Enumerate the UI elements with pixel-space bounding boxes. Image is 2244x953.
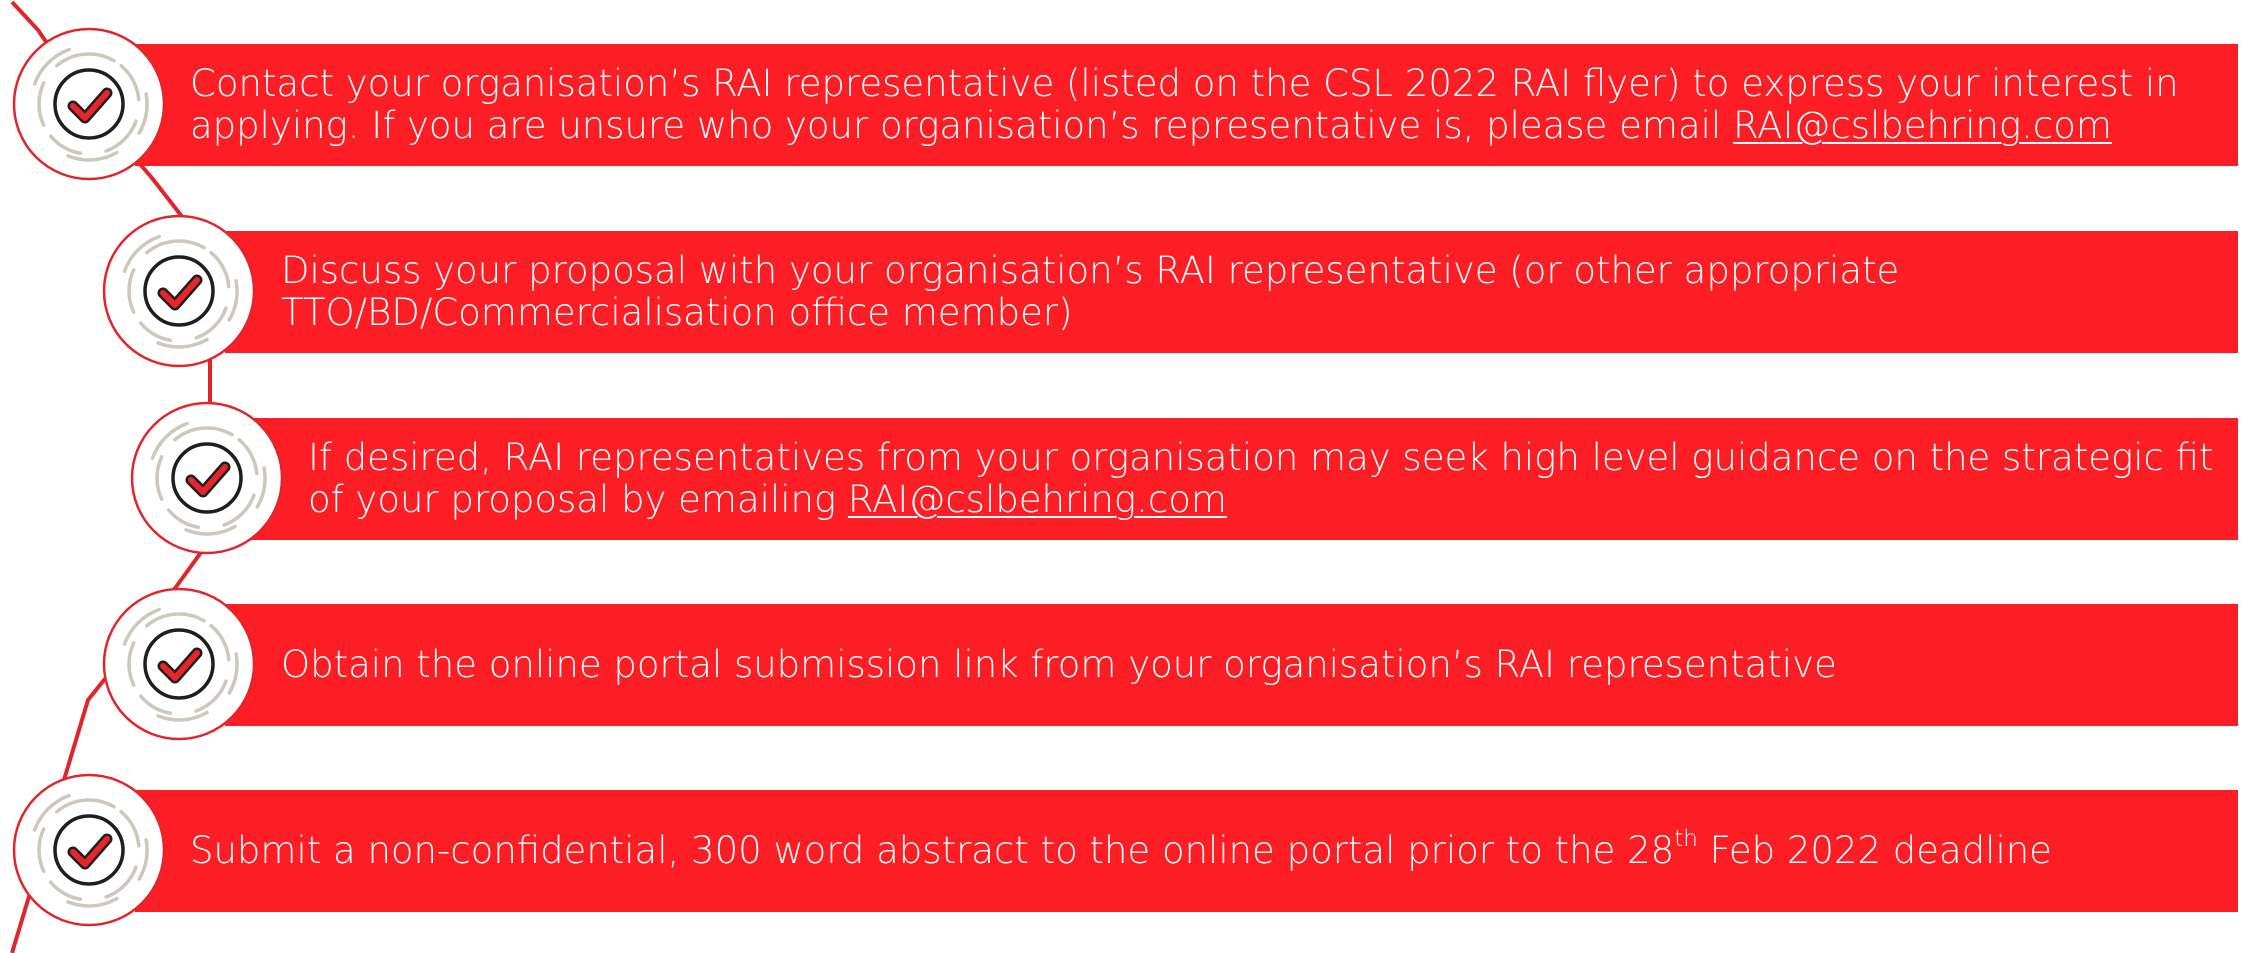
check-circle: [143, 628, 215, 700]
check-circle: [53, 814, 125, 886]
step-1-text: Contact your organisation’s RAI represen…: [190, 63, 2179, 147]
step-1-line-2-text: applying. If you are unsure who your org…: [190, 104, 1733, 147]
step-5-superscript: th: [1674, 825, 1698, 852]
step-2-line-2: TTO/BD/Commercialisation office member): [281, 291, 1073, 334]
step-4-line-1: Obtain the online portal submission link…: [281, 643, 1837, 686]
check-circle: [171, 442, 243, 514]
step-3-email-link[interactable]: RAI@cslbehring.com: [848, 478, 1227, 521]
step-2-check-badge-icon: [102, 214, 256, 368]
check-circle: [143, 255, 215, 327]
step-5-text-post: Feb 2022 deadline: [1697, 829, 2052, 872]
step-5-text: Submit a non-confidential, 300 word abst…: [190, 827, 2052, 872]
step-5-bar: Submit a non-confidential, 300 word abst…: [135, 790, 2238, 912]
step-5-text-pre: Submit a non-confidential, 300 word abst…: [190, 829, 1675, 872]
check-circle: [53, 68, 125, 140]
step-3-bar: If desired, RAI representatives from you…: [250, 418, 2238, 540]
step-1-bar: Contact your organisation’s RAI represen…: [135, 44, 2238, 166]
step-3-line-2-text: of your proposal by emailing: [308, 478, 848, 521]
step-4-check-badge-icon: [102, 587, 256, 741]
step-5-check-badge-icon: [12, 773, 166, 927]
process-steps-diagram: Contact your organisation’s RAI represen…: [0, 0, 2244, 953]
step-2-bar: Discuss your proposal with your organisa…: [225, 231, 2238, 353]
step-4-bar: Obtain the online portal submission link…: [225, 604, 2238, 726]
step-5-line-1: Submit a non-confidential, 300 word abst…: [190, 827, 2052, 872]
step-2-line-1: Discuss your proposal with your organisa…: [281, 249, 1900, 292]
step-3-check-badge-icon: [130, 401, 284, 555]
step-1-line-2: applying. If you are unsure who your org…: [190, 105, 2179, 147]
step-1-check-badge-icon: [12, 27, 166, 181]
step-2-text: Discuss your proposal with your organisa…: [281, 250, 1899, 334]
step-1-line-1: Contact your organisation’s RAI represen…: [190, 62, 2179, 105]
step-3-line-1: If desired, RAI representatives from you…: [308, 436, 2214, 479]
step-3-text: If desired, RAI representatives from you…: [308, 437, 2213, 521]
step-3-line-2: of your proposal by emailing RAI@cslbehr…: [308, 479, 2213, 521]
step-4-text: Obtain the online portal submission link…: [281, 644, 1837, 686]
step-1-email-link[interactable]: RAI@cslbehring.com: [1733, 104, 2112, 147]
